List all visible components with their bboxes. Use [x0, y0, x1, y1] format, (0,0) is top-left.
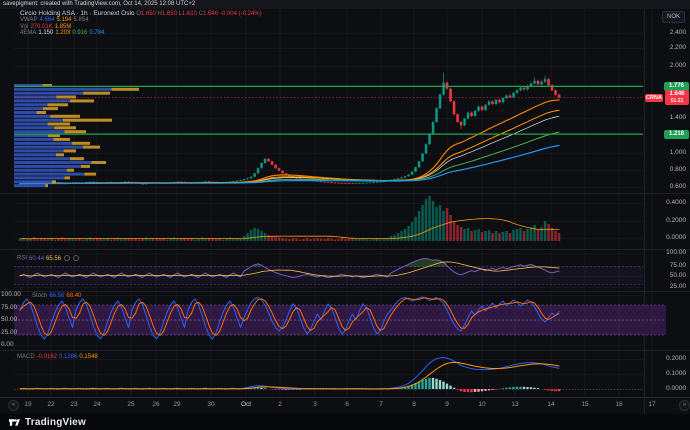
ema-legend-row[interactable]: 4EMA1.1501.2030.9160.784	[20, 30, 104, 36]
legend-value: 66.56	[49, 293, 64, 299]
macd-label: MACD	[17, 354, 35, 360]
legend-value: 0.784	[89, 30, 104, 36]
symbol-title[interactable]: Circio Holding ASA · 1h · Euronext Oslo	[20, 10, 135, 17]
time-axis-label: 30	[207, 400, 214, 409]
ohlc-value: 1.646	[203, 11, 218, 17]
time-axis-label: 29	[173, 400, 180, 409]
time-axis-label: 2	[278, 400, 282, 409]
time-axis-label: 26	[152, 400, 159, 409]
time-axis-label: 17	[648, 400, 655, 409]
time-axis-label: 13	[511, 400, 518, 409]
time-axis-left-button[interactable]: «	[8, 400, 19, 411]
time-axis-label: 24	[93, 400, 100, 409]
legend-value: 65.56	[46, 256, 61, 262]
legend-value: 0.916	[72, 30, 87, 36]
vwap-label: VWAP	[20, 17, 37, 23]
tradingview-logo-icon[interactable]	[8, 416, 21, 429]
legend-value: 5.194	[56, 17, 71, 23]
time-axis-label: 19	[24, 400, 31, 409]
legend-value: 68.40	[66, 293, 81, 299]
rsi-eye-icon[interactable]	[64, 255, 70, 261]
time-axis-label: 9	[445, 400, 449, 409]
time-axis-label: 14	[547, 400, 554, 409]
pane-separator[interactable]	[0, 193, 690, 194]
pane-separator[interactable]	[0, 350, 690, 351]
ohlc-value: 1.610	[182, 11, 197, 17]
time-axis-label: 25	[127, 400, 134, 409]
time-axis-label: 6	[345, 400, 349, 409]
ema-label: 4EMA	[20, 30, 36, 36]
rsi-pane	[14, 258, 643, 284]
legend-value: 0.1548	[79, 354, 97, 360]
symbol-legend-row[interactable]: Circio Holding ASA · 1h · Euronext Oslo …	[20, 10, 262, 17]
rsi-menu-icon[interactable]	[73, 255, 79, 261]
time-axis-label: 22	[47, 400, 54, 409]
volume-legend-row[interactable]: Vol270.01K1.85M	[20, 24, 71, 30]
footer-bar: TradingView	[0, 414, 690, 430]
volume-series	[19, 196, 561, 241]
ohlc-value: 1.650	[162, 11, 177, 17]
scroll-to-realtime-button[interactable]: »	[679, 400, 690, 411]
time-axis-label: 16	[615, 400, 622, 409]
time-axis-label: 7	[379, 400, 383, 409]
legend-value: 4.664	[39, 17, 54, 23]
legend-value: 60.44	[29, 256, 44, 262]
time-axis-label: 23	[70, 400, 77, 409]
stoch-label: Stoch	[32, 293, 47, 299]
legend-value: 5.854	[73, 17, 88, 23]
pane-separator[interactable]	[0, 249, 690, 250]
stoch-pane	[14, 297, 666, 339]
time-axis[interactable]: 1922232425262930Oct236789101314151617	[0, 398, 690, 414]
rsi-legend-row[interactable]: RSI60.4465.56	[17, 255, 79, 262]
macd-legend-row[interactable]: MACD-0.01620.13860.1548	[17, 354, 98, 360]
legend-value: 1.85M	[55, 24, 72, 30]
legend-value: -0.0162	[37, 354, 57, 360]
legend-value: 1.150	[38, 30, 53, 36]
stoch-legend-row[interactable]: Stoch66.5668.40	[32, 293, 81, 299]
ema-lines	[20, 100, 559, 184]
chart-canvas[interactable]	[0, 0, 690, 430]
change-value: -0.004 (-0.24%)	[220, 11, 262, 17]
volume-profile	[14, 84, 139, 187]
price-axis-separator	[644, 9, 645, 414]
time-axis-label: 3	[313, 400, 317, 409]
tradingview-chart-window: savepigment: created with TradingView.co…	[0, 0, 690, 430]
vwap-legend-row[interactable]: VWAP4.6645.1945.854	[20, 17, 89, 23]
ohlc-value: 1.650	[141, 11, 156, 17]
gridlines	[14, 9, 652, 397]
tradingview-wordmark[interactable]: TradingView	[25, 417, 86, 428]
legend-value: 1.203	[55, 30, 70, 36]
rsi-label: RSI	[17, 256, 27, 262]
time-axis-label: Oct	[241, 400, 251, 409]
legend-value: 270.01K	[30, 24, 52, 30]
time-axis-label: 15	[581, 400, 588, 409]
pane-separator[interactable]	[0, 291, 690, 292]
time-axis-label: 8	[412, 400, 416, 409]
time-axis-label: 10	[478, 400, 485, 409]
legend-value: 0.1386	[59, 354, 77, 360]
currency-unit-button[interactable]: NOK	[662, 11, 685, 23]
